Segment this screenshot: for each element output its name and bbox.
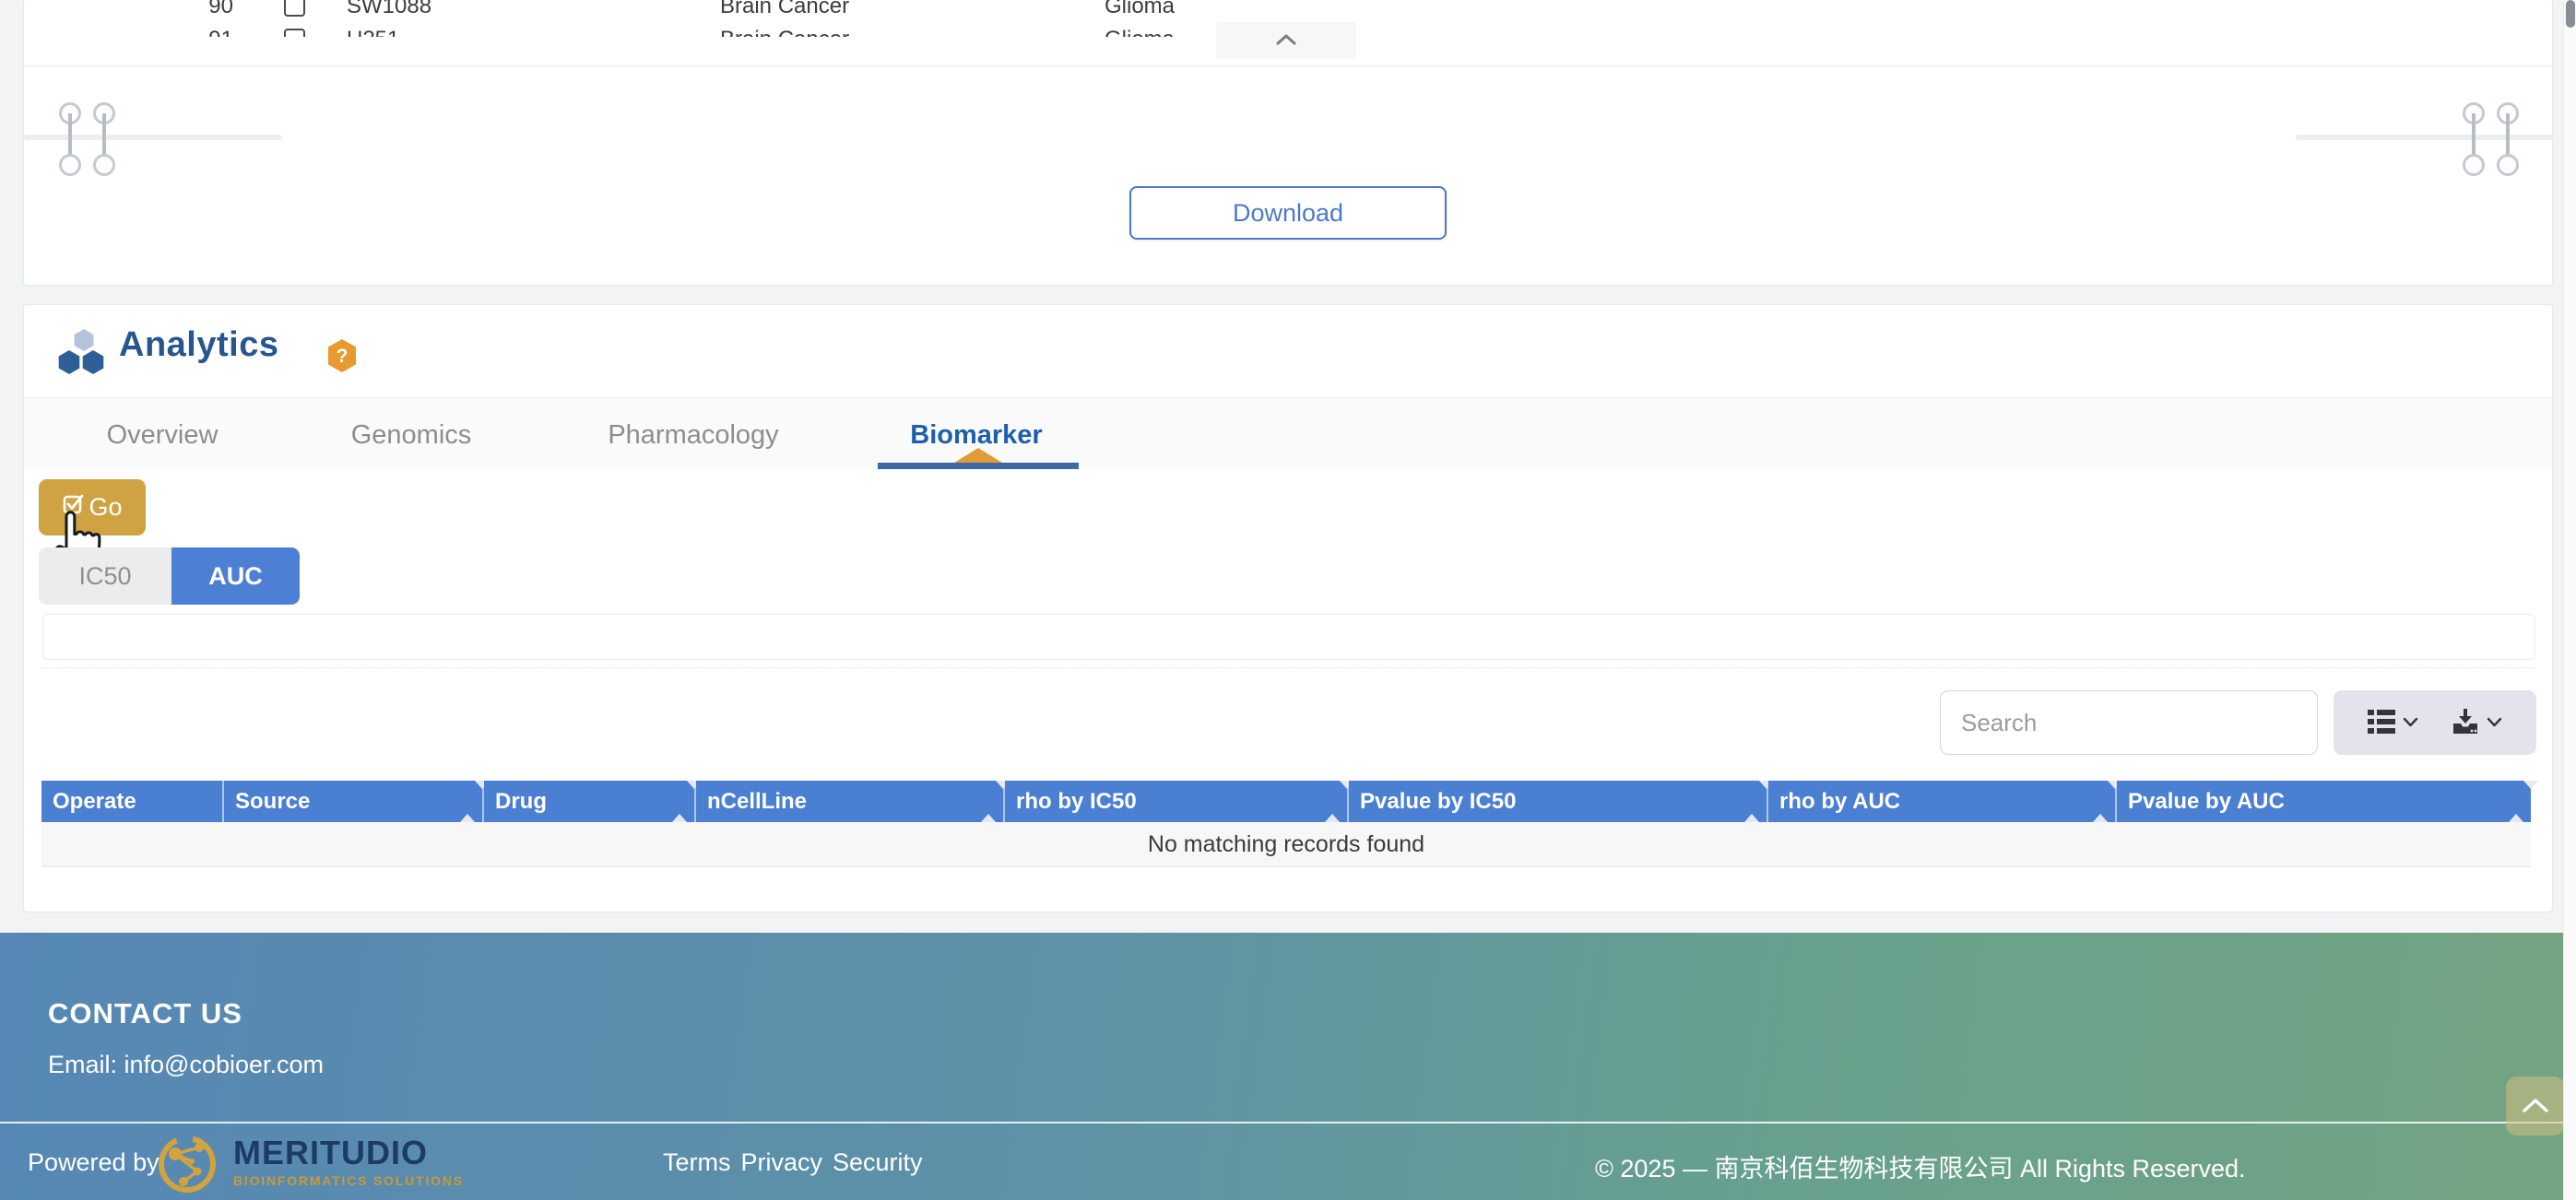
download-tray-icon <box>2452 708 2479 738</box>
contact-email: Email: info@cobioer.com <box>48 1051 324 1079</box>
tab-biomarker[interactable]: Biomarker <box>910 420 1042 451</box>
tab-genomics[interactable]: Genomics <box>351 420 472 451</box>
brand-name: MERITUDIO <box>233 1136 464 1170</box>
terms-link[interactable]: Terms <box>663 1148 731 1177</box>
biomarker-table-header: Operate Source Drug nCellLine rho by IC5… <box>41 781 2531 822</box>
divider <box>42 667 2535 668</box>
column-label: Pvalue by IC50 <box>1360 789 1516 815</box>
column-label: Operate <box>53 789 136 815</box>
scroll-to-top-button[interactable] <box>2506 1076 2565 1135</box>
range-slider-handle[interactable] <box>58 102 82 176</box>
active-tab-underline <box>878 463 1079 469</box>
sort-icon[interactable] <box>1744 789 1759 815</box>
toggle-ic50-button[interactable]: IC50 <box>39 547 171 605</box>
privacy-link[interactable]: Privacy <box>741 1148 823 1177</box>
tissue-name: Brain Cancer <box>720 0 849 19</box>
row-checkbox[interactable] <box>284 0 305 17</box>
sort-icon[interactable] <box>981 789 996 815</box>
results-card: 90 SW1088 Brain Cancer Glioma 91 U251 Br… <box>23 0 2553 286</box>
brand-wordmark: MERITUDIO BIOINFORMATICS SOLUTIONS <box>233 1136 464 1187</box>
active-tab-caret-icon <box>954 448 1002 463</box>
pathology-name: Glioma <box>1105 27 1175 37</box>
go-button-label: Go <box>89 493 122 522</box>
cell-line-name: SW1088 <box>347 0 431 19</box>
chevron-down-icon <box>2403 716 2418 730</box>
contact-title: CONTACT US <box>48 997 242 1030</box>
tissue-name: Brain Cancer <box>720 27 849 37</box>
toggle-auc-button[interactable]: AUC <box>171 547 300 605</box>
range-slider-handle[interactable] <box>2496 102 2520 176</box>
table-toolbar <box>2334 690 2536 755</box>
table-row: 90 SW1088 Brain Cancer Glioma <box>24 0 2552 25</box>
column-label: Pvalue by AUC <box>2128 789 2285 815</box>
download-button[interactable]: Download <box>1129 186 1447 240</box>
column-header-pvalue-by-ic50[interactable]: Pvalue by IC50 <box>1349 781 1768 822</box>
page-footer: CONTACT US Email: info@cobioer.com Power… <box>0 933 2576 1200</box>
column-header-operate: Operate <box>41 781 224 822</box>
row-checkbox[interactable] <box>284 29 305 37</box>
help-icon[interactable]: ? <box>326 338 358 378</box>
check-square-icon <box>62 492 86 523</box>
page-scrollbar-track <box>2563 0 2576 1200</box>
security-link[interactable]: Security <box>833 1148 923 1177</box>
empty-table-message: No matching records found <box>41 822 2531 867</box>
column-label: rho by AUC <box>1779 789 1900 815</box>
column-header-ncellline[interactable]: nCellLine <box>696 781 1005 822</box>
sort-icon[interactable] <box>2093 789 2108 815</box>
collapse-table-button[interactable] <box>1216 22 1356 59</box>
analytics-hexagons-icon <box>56 329 104 382</box>
svg-text:?: ? <box>337 346 349 367</box>
analytics-card: Analytics ? Overview Genomics Pharmacolo… <box>23 304 2553 912</box>
cell-line-name: U251 <box>347 27 399 37</box>
analytics-tab-bar: Overview Genomics Pharmacology Biomarker <box>24 397 2552 469</box>
column-header-rho-by-auc[interactable]: rho by AUC <box>1768 781 2117 822</box>
sort-icon[interactable] <box>460 789 475 815</box>
list-columns-icon <box>2368 709 2395 737</box>
powered-by-label: Powered by <box>28 1148 160 1177</box>
row-index: 90 <box>185 0 233 19</box>
metric-toggle: IC50 AUC <box>39 547 300 605</box>
search-input[interactable] <box>1940 690 2318 755</box>
sort-icon[interactable] <box>672 789 687 815</box>
chevron-up-icon <box>2522 1097 2549 1116</box>
sort-icon[interactable] <box>2509 789 2523 815</box>
pathology-name: Glioma <box>1105 0 1175 19</box>
column-label: nCellLine <box>707 789 807 815</box>
meritudio-logo-icon <box>157 1134 218 1199</box>
column-header-source[interactable]: Source <box>224 781 484 822</box>
tab-overview[interactable]: Overview <box>107 420 219 451</box>
column-label: rho by IC50 <box>1016 789 1137 815</box>
column-header-drug[interactable]: Drug <box>484 781 696 822</box>
column-label: Drug <box>495 789 547 815</box>
columns-menu-button[interactable] <box>2368 709 2418 737</box>
range-slider-handle[interactable] <box>92 102 116 176</box>
tab-pharmacology[interactable]: Pharmacology <box>608 420 778 451</box>
column-header-pvalue-by-auc[interactable]: Pvalue by AUC <box>2117 781 2531 822</box>
footer-links: Terms Privacy Security <box>663 1148 923 1177</box>
page-scrollbar-thumb[interactable] <box>2566 0 2575 28</box>
range-slider-handle[interactable] <box>2462 102 2486 176</box>
section-title: Analytics <box>119 325 278 365</box>
chevron-up-icon <box>1276 34 1296 48</box>
export-menu-button[interactable] <box>2452 708 2502 738</box>
empty-filter-panel <box>42 614 2535 660</box>
go-button[interactable]: Go <box>39 479 146 535</box>
sort-icon[interactable] <box>1325 789 1340 815</box>
copyright-text: © 2025 — 南京科佰生物科技有限公司 All Rights Reserve… <box>1595 1148 2246 1184</box>
row-index: 91 <box>185 27 233 37</box>
column-header-rho-by-ic50[interactable]: rho by IC50 <box>1005 781 1349 822</box>
brand-tagline: BIOINFORMATICS SOLUTIONS <box>233 1174 464 1187</box>
column-label: Source <box>235 789 310 815</box>
chevron-down-icon <box>2487 716 2502 730</box>
divider <box>0 1122 2576 1124</box>
divider <box>24 65 2552 66</box>
